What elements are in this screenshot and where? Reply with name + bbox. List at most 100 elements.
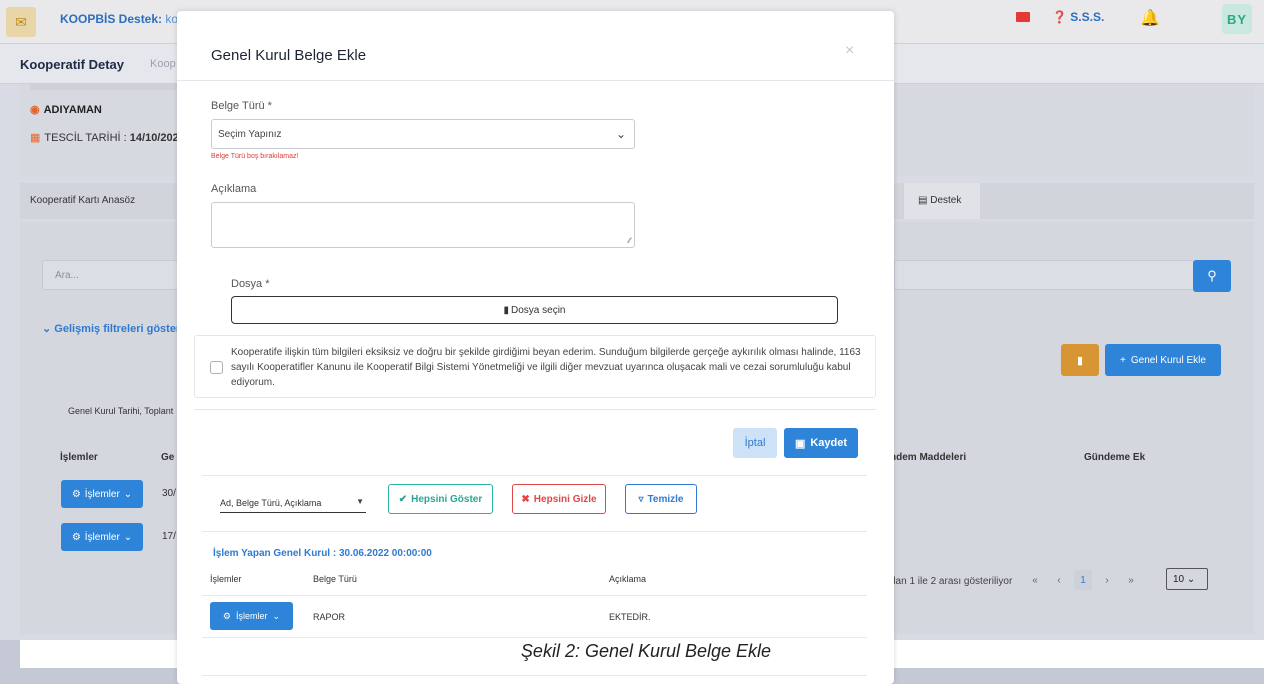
divider	[202, 531, 867, 532]
declaration-box: Kooperatife ilişkin tüm bilgileri eksiks…	[194, 335, 876, 398]
save-label: Kaydet	[810, 437, 848, 449]
filter-clear-icon: ▿	[638, 493, 644, 505]
hide-all-label: Hepsini Gizle	[533, 493, 597, 505]
row-actions-button[interactable]: ⚙ İşlemler ⌄	[210, 602, 293, 630]
search-button[interactable]: ⚲	[1193, 260, 1231, 292]
pager-next[interactable]: ›	[1098, 570, 1116, 590]
doc-type-value: Seçim Yapınız	[218, 129, 282, 140]
export-button[interactable]: ▮	[1061, 344, 1099, 376]
row-date: 30/	[162, 488, 176, 499]
support-info: KOOPBİS Destek: koop	[60, 12, 191, 26]
table-header-description: Açıklama	[609, 574, 647, 584]
cancel-button[interactable]: İptal	[733, 428, 777, 458]
tab-destek-label: Destek	[930, 195, 962, 206]
chevron-down-icon: ⌄	[615, 127, 626, 141]
gear-icon: ⚙	[71, 488, 81, 500]
page-size-value: 10	[1173, 574, 1185, 585]
page-title: Kooperatif Detay	[20, 57, 125, 72]
row-actions-button[interactable]: ⚙ İşlemler ⌄	[61, 523, 143, 551]
pager-prev[interactable]: ‹	[1050, 570, 1068, 590]
chevron-down-icon: ⌄	[272, 610, 281, 621]
page-size-select[interactable]: 10 ⌄	[1166, 568, 1208, 590]
mail-icon[interactable]: ✉	[6, 7, 36, 37]
row-actions-button[interactable]: ⚙ İşlemler ⌄	[61, 480, 143, 508]
location-text: ADIYAMAN	[43, 104, 102, 116]
processing-assembly-title: İşlem Yapan Genel Kurul : 30.06.2022 00:…	[213, 548, 432, 559]
add-general-assembly-button[interactable]: + Genel Kurul Ekle	[1105, 344, 1221, 376]
divider	[194, 409, 876, 410]
row-date: 17/	[162, 531, 176, 542]
gear-icon: ⚙	[71, 531, 81, 543]
save-button[interactable]: ▣ Kaydet	[784, 428, 858, 458]
divider	[202, 637, 867, 638]
search-input-extension[interactable]	[894, 260, 1194, 290]
flag-icon[interactable]	[1016, 12, 1030, 22]
hide-all-button[interactable]: ✖ Hepsini Gizle	[512, 484, 606, 514]
registration-label: TESCİL TARİHİ :	[44, 132, 127, 144]
registration-value: 14/10/202	[129, 132, 179, 144]
declaration-checkbox[interactable]	[210, 361, 223, 374]
modal-title: Genel Kurul Belge Ekle	[211, 47, 367, 64]
divider	[202, 675, 867, 676]
divider	[202, 475, 867, 476]
column-header-date: Ge	[161, 452, 175, 463]
chevron-down-icon: ⌄	[123, 488, 133, 500]
column-header-actions: İşlemler	[60, 452, 98, 463]
file-select-button[interactable]: ▮ Dosya seçin	[231, 296, 838, 324]
file-button-label: Dosya seçin	[511, 304, 566, 316]
location-pin-icon: ◉	[30, 104, 40, 116]
file-label: Dosya *	[231, 278, 270, 290]
table-header-doc-type: Belge Türü	[313, 574, 357, 584]
doc-type-select[interactable]: Seçim Yapınız ⌄	[211, 119, 635, 149]
show-all-button[interactable]: ✔ Hepsini Göster	[388, 484, 493, 514]
doc-type-error: Belge Türü boş bırakılamaz!	[211, 153, 299, 160]
row-actions-label: İşlemler	[84, 488, 120, 500]
document-icon: ▮	[1076, 354, 1084, 367]
table-header-actions: İşlemler	[210, 574, 242, 584]
caret-down-icon: ▼	[356, 497, 364, 506]
advanced-filters-label: Gelişmiş filtreleri göster	[54, 323, 181, 335]
x-icon: ✖	[521, 493, 530, 505]
plus-icon: +	[1120, 354, 1126, 366]
calendar-icon: ▦	[30, 132, 41, 144]
close-icon[interactable]: ×	[845, 42, 854, 60]
pager-page[interactable]: 1	[1074, 570, 1092, 590]
tab-kooperatif-karti[interactable]: Kooperatif Kartı Anasöz	[30, 195, 135, 206]
file-icon: ▮	[503, 304, 510, 316]
columns-select-value: Ad, Belge Türü, Açıklama	[220, 498, 322, 508]
pager-first[interactable]: «	[1026, 570, 1044, 590]
declaration-text: Kooperatife ilişkin tüm bilgileri eksiks…	[231, 347, 861, 388]
tab-destek[interactable]: ▤ Destek	[904, 183, 980, 219]
advanced-filters-toggle[interactable]: ⌄ Gelişmiş filtreleri göster	[42, 322, 180, 335]
avatar[interactable]: BY	[1222, 4, 1252, 34]
add-button-label: Genel Kurul Ekle	[1130, 354, 1206, 366]
show-all-label: Hepsini Göster	[411, 493, 483, 505]
add-document-modal: Genel Kurul Belge Ekle × Belge Türü * Se…	[177, 11, 894, 684]
divider	[202, 595, 867, 596]
info-divider	[30, 84, 190, 90]
description-textarea[interactable]: ∕∕	[211, 202, 635, 248]
check-icon: ✔	[398, 493, 408, 505]
resize-grip-icon[interactable]: ∕∕	[628, 236, 631, 245]
pager-last[interactable]: »	[1122, 570, 1140, 590]
row-description: EKTEDİR.	[609, 612, 651, 622]
figure-caption: Şekil 2: Genel Kurul Belge Ekle	[0, 641, 1264, 662]
columns-select[interactable]: Ad, Belge Türü, Açıklama ▼	[220, 491, 366, 513]
chevron-down-icon: ⌄	[123, 531, 133, 543]
doc-type-label: Belge Türü *	[211, 100, 272, 112]
faq-link[interactable]: ❓ S.S.S.	[1052, 10, 1104, 24]
column-header-agenda: ndem Maddeleri	[890, 452, 967, 463]
bell-icon[interactable]: 🔔	[1140, 8, 1160, 27]
caption-text: Şekil 2: Genel Kurul Belge Ekle	[520, 641, 772, 661]
row-actions-label: İşlemler	[236, 611, 268, 621]
breadcrumb[interactable]: Koop	[150, 58, 176, 70]
description-label: Açıklama	[211, 183, 257, 195]
search-input[interactable]: Ara...	[42, 260, 178, 290]
row-doc-type: RAPOR	[313, 612, 346, 622]
columns-select[interactable]: Genel Kurul Tarihi, Toplant	[68, 406, 173, 416]
pager: « ‹ 1 › »	[1026, 570, 1140, 590]
floppy-disk-icon: ▣	[794, 437, 806, 450]
faq-label: S.S.S.	[1070, 10, 1105, 24]
clear-button[interactable]: ▿ Temizle	[625, 484, 697, 514]
registration-row: ▦ TESCİL TARİHİ : 14/10/202	[30, 131, 179, 144]
